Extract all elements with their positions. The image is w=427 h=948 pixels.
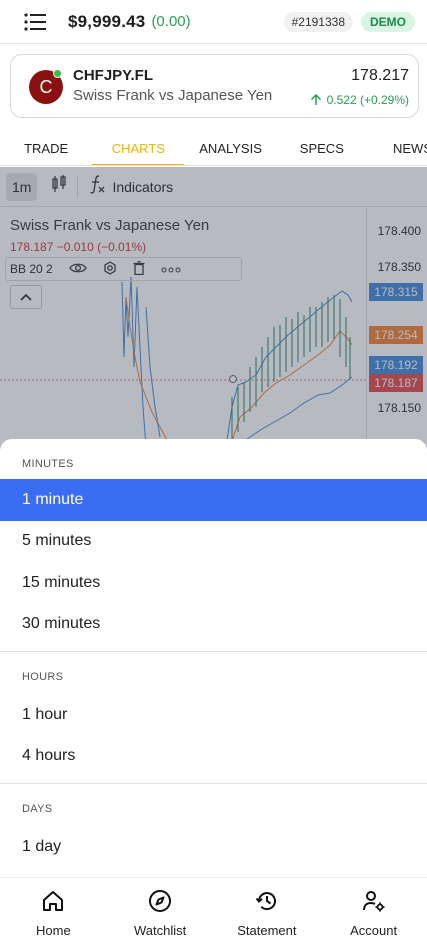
- market-open-indicator: [53, 69, 62, 78]
- option-1-hour[interactable]: 1 hour: [0, 694, 427, 736]
- balance-change: (0.00): [151, 13, 191, 30]
- tab-charts[interactable]: CHARTS: [92, 128, 185, 165]
- nav-watchlist[interactable]: Watchlist: [107, 878, 214, 948]
- nav-label: Home: [36, 923, 71, 938]
- instrument-symbol: CHFJPY.FL: [73, 67, 154, 84]
- section-title-days: DAYS: [22, 803, 53, 815]
- instrument-tabs: TRADE CHARTS ANALYSIS SPECS NEWS: [0, 128, 427, 166]
- compass-icon: [149, 890, 172, 912]
- timeframe-sheet: MINUTES 1 minute 5 minutes 15 minutes 30…: [0, 439, 427, 877]
- home-icon: [43, 891, 64, 911]
- section-title-hours: HOURS: [22, 671, 64, 683]
- instrument-price: 178.217: [351, 67, 409, 84]
- nav-statement[interactable]: Statement: [214, 878, 321, 948]
- nav-label: Watchlist: [134, 923, 187, 938]
- tab-trade[interactable]: TRADE: [0, 128, 92, 165]
- account-id-badge[interactable]: #2191338: [283, 11, 353, 32]
- demo-badge: DEMO: [361, 11, 415, 32]
- menu-icon[interactable]: [24, 10, 48, 34]
- tab-analysis[interactable]: ANALYSIS: [184, 128, 276, 165]
- instrument-description: Swiss Frank vs Japanese Yen: [73, 87, 273, 104]
- option-15-minutes[interactable]: 15 minutes: [0, 562, 427, 604]
- section-title-minutes: MINUTES: [22, 458, 74, 470]
- nav-label: Statement: [237, 923, 297, 938]
- nav-home[interactable]: Home: [0, 878, 107, 948]
- account-balance: $9,999.43: [68, 11, 146, 31]
- price-change-value: 0.522 (+0.29%): [326, 93, 409, 107]
- option-1-day[interactable]: 1 day: [0, 826, 427, 868]
- nav-account[interactable]: Account: [320, 878, 427, 948]
- option-5-minutes[interactable]: 5 minutes: [0, 521, 427, 563]
- tab-specs[interactable]: SPECS: [277, 128, 367, 165]
- top-header: $9,999.43 (0.00) #2191338 DEMO: [0, 0, 427, 44]
- bottom-navigation: Home Watchlist Statement Account: [0, 877, 427, 948]
- tab-news[interactable]: NEWS: [367, 128, 427, 165]
- option-4-hours[interactable]: 4 hours: [0, 736, 427, 778]
- arrow-up-icon: [310, 94, 321, 105]
- price-change: 0.522 (+0.29%): [310, 93, 409, 107]
- history-icon: [255, 892, 276, 911]
- nav-label: Account: [350, 923, 398, 938]
- option-1-minute[interactable]: 1 minute: [0, 479, 427, 521]
- option-30-minutes[interactable]: 30 minutes: [0, 604, 427, 646]
- instrument-card[interactable]: C CHFJPY.FL Swiss Frank vs Japanese Yen …: [10, 54, 419, 118]
- account-settings-icon: [362, 891, 385, 912]
